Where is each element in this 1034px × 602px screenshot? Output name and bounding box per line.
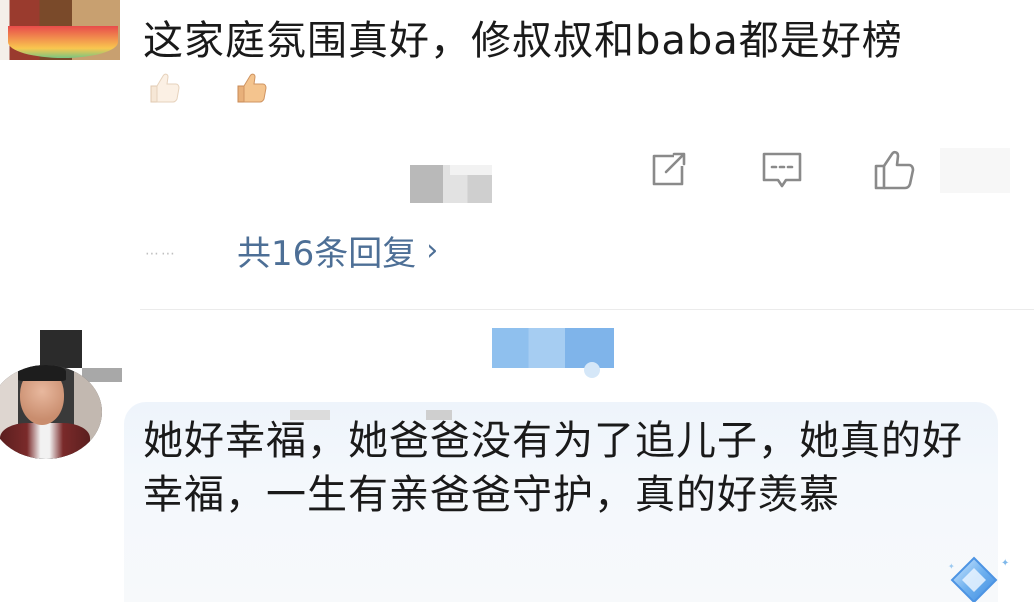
comment-icon[interactable] <box>760 148 804 192</box>
redacted-badge <box>584 362 600 378</box>
comment-text: 这家庭氛围真好，修叔叔和baba都是好榜 <box>143 18 903 64</box>
avatar[interactable] <box>0 365 102 459</box>
comment-text: 她好幸福，她爸爸没有为了追儿子，她真的好幸福，一生有亲爸爸守护，真的好羡慕 <box>143 418 963 518</box>
thumbs-up-light-skin-icon <box>143 68 183 108</box>
sparkle-icon: ✦ <box>948 562 955 571</box>
redacted-area <box>410 165 492 203</box>
avatar-pendant-decoration <box>8 26 118 58</box>
chevron-right-icon: › <box>426 233 439 268</box>
share-icon[interactable] <box>646 148 690 192</box>
sparkle-icon: ✦ <box>1001 558 1010 569</box>
avatar[interactable] <box>0 0 120 60</box>
like-icon[interactable] <box>872 148 916 192</box>
redacted-area <box>40 330 82 368</box>
view-replies-link[interactable]: 共16条回复 › <box>237 226 438 275</box>
replies-label: 共16条回复 <box>237 234 417 274</box>
divider <box>140 309 1034 310</box>
like-count-redacted <box>940 148 1010 193</box>
thumbs-up-medium-light-skin-icon <box>232 68 272 108</box>
thread-dots: ⋯⋯ <box>145 246 177 262</box>
